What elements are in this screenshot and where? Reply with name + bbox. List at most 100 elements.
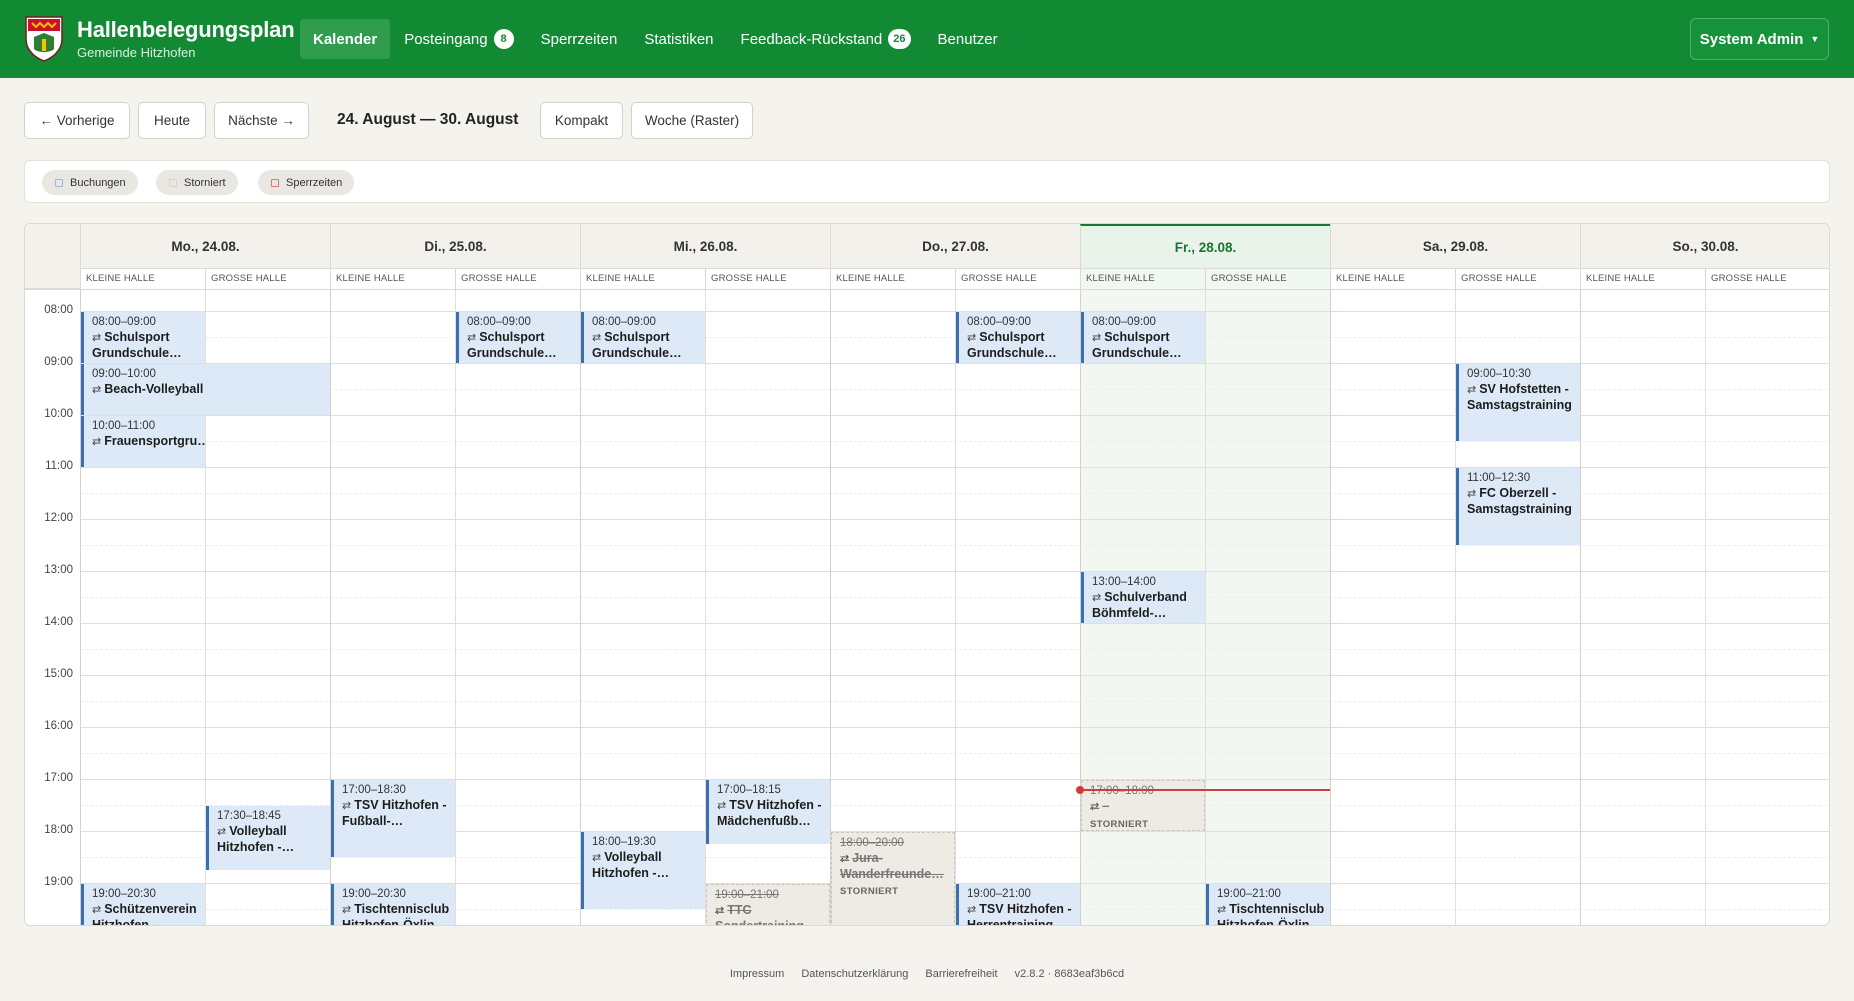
booking-event[interactable]: 13:00–14:00 ⇄ Schulverband Böhmfeld-…: [1081, 572, 1205, 623]
time-label: 09:00: [44, 356, 73, 368]
time-label: 10:00: [44, 408, 73, 420]
event-name-line: ⇄ Schulsport Grundschule…: [92, 330, 199, 361]
today-button[interactable]: Heute: [138, 102, 206, 139]
repeat-icon: ⇄: [1092, 332, 1102, 344]
day-header[interactable]: Fr., 28.08.: [1080, 224, 1330, 268]
repeat-icon: ⇄: [92, 332, 102, 344]
time-label: 14:00: [44, 616, 73, 628]
event-name-line: ⇄ Schulsport Grundschule…: [467, 330, 574, 361]
week-grid-view-button[interactable]: Woche (Raster): [631, 102, 753, 139]
booking-event[interactable]: 08:00–09:00 ⇄ Schulsport Grundschule…: [956, 312, 1080, 363]
cancelled-booking-event[interactable]: 18:00–20:00 ⇄ Jura-Wanderfreunde… STORNIERT: [831, 832, 955, 925]
nav-statistiken[interactable]: Statistiken: [631, 19, 726, 59]
user-name: System Admin: [1699, 30, 1804, 48]
day-header[interactable]: Sa., 29.08.: [1330, 224, 1580, 268]
event-name-line: ⇄ Schulsport Grundschule…: [1092, 330, 1199, 361]
footer-datenschutz-link[interactable]: Datenschutzerklärung: [801, 968, 908, 980]
next-week-button[interactable]: Nächste →: [214, 102, 309, 139]
booking-event[interactable]: 17:30–18:45 ⇄ Volleyball Hitzhofen -…: [206, 806, 330, 870]
booking-event[interactable]: 17:00–18:15 ⇄ TSV Hitzhofen - Mädchenfußb…: [706, 780, 830, 844]
cancelled-booking-event[interactable]: 17:00–18:00⇄–STORNIERT: [1081, 780, 1205, 831]
event-time: 08:00–09:00: [92, 316, 156, 328]
event-name-line: ⇄ Tischtennisclub Hitzhofen-Öxlin…: [1217, 902, 1324, 925]
nav-kalender[interactable]: Kalender: [300, 19, 391, 59]
event-name-line: ⇄ Volleyball Hitzhofen -…: [592, 850, 699, 881]
event-status: STORNIERT: [1090, 819, 1149, 830]
booking-event[interactable]: 08:00–09:00 ⇄ Schulsport Grundschule…: [81, 312, 205, 363]
event-name-line: ⇄ SV Hofstetten - Samstagstraining: [1467, 382, 1574, 413]
repeat-icon: ⇄: [92, 904, 102, 916]
booking-event[interactable]: 18:00–19:30 ⇄ Volleyball Hitzhofen -…: [581, 832, 705, 909]
time-label: 17:00: [44, 772, 73, 784]
app-subtitle: Gemeinde Hitzhofen: [77, 45, 196, 60]
repeat-icon: ⇄: [92, 384, 102, 396]
event-title: Schulsport Grundschule…: [467, 330, 557, 360]
legend-storniert[interactable]: Storniert: [156, 170, 238, 195]
municipality-crest-icon[interactable]: [24, 15, 64, 62]
day-header[interactable]: Mi., 26.08.: [580, 224, 830, 268]
footer-barrierefreiheit-link[interactable]: Barrierefreiheit: [925, 968, 997, 980]
booking-event[interactable]: 19:00–21:00 ⇄ TSV Hitzhofen - Herrentraini…: [956, 884, 1080, 925]
event-title: Schulsport Grundschule…: [967, 330, 1057, 360]
nav-benutzer[interactable]: Benutzer: [925, 19, 1011, 59]
booking-event[interactable]: 11:00–12:30 ⇄ FC Oberzell - Samstagstraini…: [1456, 468, 1580, 545]
nav-feedback[interactable]: Feedback-Rückstand 26: [728, 19, 924, 59]
time-label: 13:00: [44, 564, 73, 576]
user-menu-button[interactable]: System Admin ▼: [1690, 18, 1829, 60]
week-calendar: 08:00 09:00 10:00 11:00 12:00 13:00 14:00 15:00…: [24, 223, 1830, 926]
event-title: Schulsport Grundschule…: [92, 330, 182, 360]
nav-posteingang[interactable]: Posteingang 8: [391, 19, 526, 59]
day-header[interactable]: Di., 25.08.: [330, 224, 580, 268]
event-name-line: ⇄ TSV Hitzhofen - Mädchenfußb…: [717, 798, 824, 829]
column-divider: [830, 290, 831, 925]
booking-event[interactable]: 17:00–18:30 ⇄ TSV Hitzhofen - Fußball-…: [331, 780, 455, 857]
app-title[interactable]: Hallenbelegungsplan: [77, 17, 295, 43]
event-name-line: ⇄ FC Oberzell - Samstagstraining: [1467, 486, 1574, 517]
cancelled-booking-event[interactable]: 19:00–21:00 ⇄ TTC Sondertraining: [706, 884, 830, 926]
day-header[interactable]: So., 30.08.: [1580, 224, 1829, 268]
time-label: 18:00: [44, 824, 73, 836]
booking-event[interactable]: 09:00–10:00 ⇄ Beach-Volleyball: [81, 364, 330, 415]
repeat-icon: ⇄: [92, 436, 102, 448]
repeat-icon: ⇄: [467, 332, 477, 344]
time-label: 11:00: [45, 460, 73, 472]
event-title: Frauensportgru…: [104, 434, 205, 448]
legend-buchungen[interactable]: Buchungen: [42, 170, 138, 195]
column-divider: [1705, 290, 1706, 925]
legend-sperrzeiten[interactable]: Sperrzeiten: [258, 170, 355, 195]
booking-event[interactable]: 19:00–20:30 ⇄ Schützenverein Hitzhofen -…: [81, 884, 205, 925]
event-time: 13:00–14:00: [1092, 576, 1156, 588]
footer-impressum-link[interactable]: Impressum: [730, 968, 784, 980]
hall-header: GROSSE HALLE: [1205, 268, 1330, 289]
booking-event[interactable]: 19:00–21:00 ⇄ Tischtennisclub Hitzhofen-Öx…: [1206, 884, 1330, 925]
event-title: TTC Sondertraining: [715, 903, 804, 926]
repeat-icon: ⇄: [217, 826, 227, 838]
event-title: SV Hofstetten - Samstagstraining: [1467, 382, 1572, 412]
legend-label: Sperrzeiten: [286, 176, 343, 189]
event-time: 19:00–21:00: [1217, 888, 1281, 900]
time-label: 15:00: [44, 668, 73, 680]
nav-feedback-label: Feedback-Rückstand: [740, 30, 883, 48]
booking-event[interactable]: 19:00–20:30 ⇄ Tischtennisclub Hitzhofen-Öx…: [331, 884, 455, 925]
event-time: 08:00–09:00: [967, 316, 1031, 328]
booking-event[interactable]: 08:00–09:00 ⇄ Schulsport Grundschule…: [1081, 312, 1205, 363]
calendar-body: 08:00 09:00 10:00 11:00 12:00 13:00 14:00 15:00…: [25, 289, 1829, 926]
booking-event[interactable]: 10:00–11:00 ⇄ Frauensportgru…: [81, 416, 205, 467]
time-label: 12:00: [44, 512, 73, 524]
event-name-line: ⇄ TTC Sondertraining: [715, 903, 823, 926]
event-name-line: ⇄ Tischtennisclub Hitzhofen-Öxlin…: [342, 902, 449, 925]
time-label: 16:00: [44, 720, 73, 732]
booking-event[interactable]: 08:00–09:00 ⇄ Schulsport Grundschule…: [456, 312, 580, 363]
compact-view-button[interactable]: Kompakt: [540, 102, 623, 139]
legend-swatch-icon: [271, 178, 279, 187]
nav-sperrzeiten[interactable]: Sperrzeiten: [528, 19, 631, 59]
event-name-line: ⇄ Schützenverein Hitzhofen -…: [92, 902, 199, 925]
event-title: Volleyball Hitzhofen -…: [592, 850, 670, 880]
prev-week-button[interactable]: ← Vorherige: [24, 102, 130, 139]
legend-bar: Buchungen Storniert Sperrzeiten: [24, 160, 1830, 203]
day-header[interactable]: Do., 27.08.: [830, 224, 1080, 268]
booking-event[interactable]: 09:00–10:30 ⇄ SV Hofstetten - Samstagstrai…: [1456, 364, 1580, 441]
day-header[interactable]: Mo., 24.08.: [80, 224, 330, 268]
booking-event[interactable]: 08:00–09:00 ⇄ Schulsport Grundschule…: [581, 312, 705, 363]
event-time: 18:00–19:30: [592, 836, 656, 848]
